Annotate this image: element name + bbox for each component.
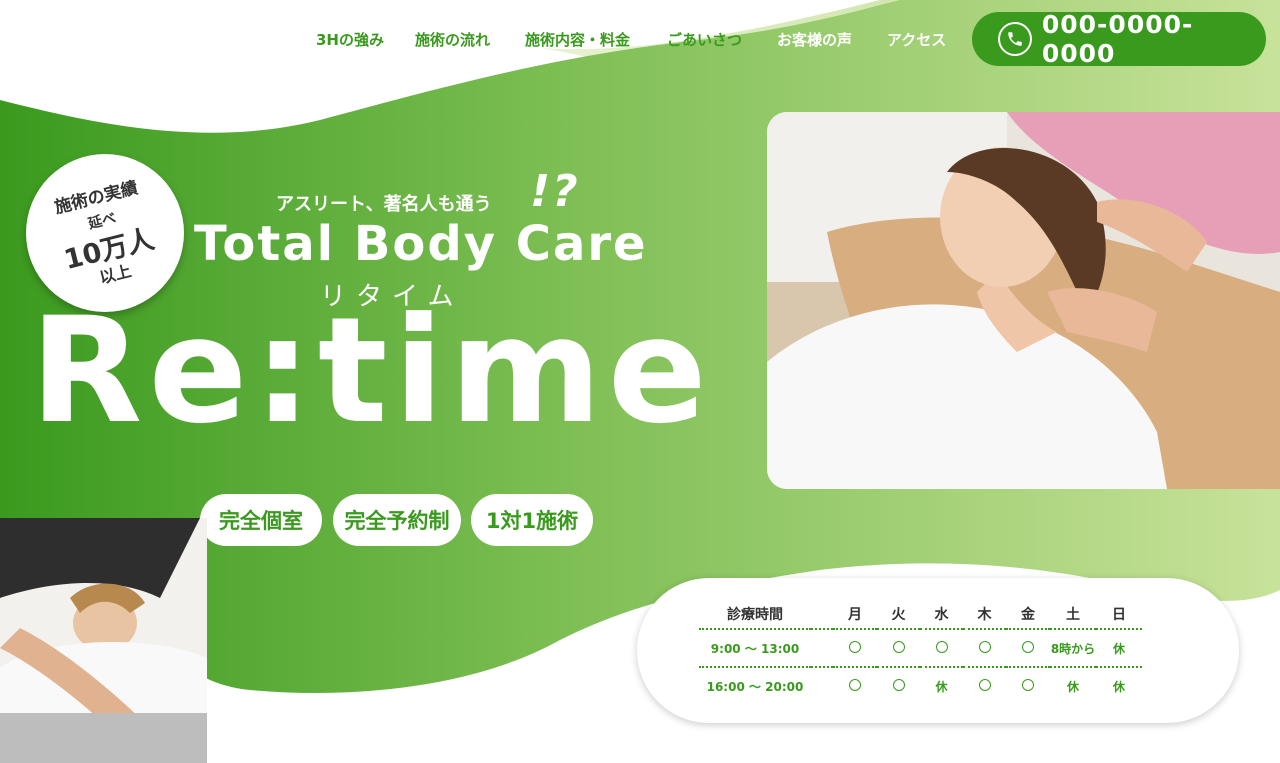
schedule-header-row: 診療時間 月 火 水 木 金 土 日 [699, 600, 1142, 629]
schedule-cell: 休 [1096, 628, 1142, 667]
feature-private-room: 完全個室 [200, 494, 322, 546]
feature-reservation: 完全予約制 [333, 494, 461, 546]
nav-item-access[interactable]: アクセス [887, 29, 946, 50]
schedule-header-thu: 木 [977, 607, 992, 623]
schedule-cell [920, 628, 963, 667]
schedule-cell: 休 [920, 666, 963, 704]
schedule-header-mon: 月 [848, 607, 862, 623]
schedule-cell [877, 628, 920, 667]
hero-subtitle: Total Body Care [194, 216, 648, 272]
open-circle-icon [849, 640, 861, 653]
schedule-time-evening: 16:00 〜 20:00 [699, 666, 811, 704]
hero-exclaim: !? [530, 166, 580, 217]
feature-one-on-one: 1対1施術 [471, 494, 593, 546]
open-circle-icon [892, 678, 905, 691]
schedule-cell [963, 628, 1006, 667]
schedule-header-tue: 火 [891, 607, 906, 623]
phone-icon [998, 22, 1032, 56]
nav-item-flow[interactable]: 施術の流れ [415, 29, 490, 50]
schedule-cell [833, 666, 877, 704]
schedule-header-fri: 金 [1021, 607, 1035, 623]
hero-photo-treatment [0, 518, 207, 763]
schedule-cell [1006, 666, 1050, 704]
open-circle-icon [849, 678, 861, 691]
schedule-header-sat: 土 [1066, 607, 1080, 623]
schedule-cell [1006, 628, 1050, 667]
open-circle-icon [978, 640, 991, 653]
schedule-cell [963, 666, 1006, 704]
nav-item-reviews[interactable]: お客様の声 [777, 29, 852, 50]
schedule-header-hours: 診療時間 [727, 607, 783, 623]
schedule-cell [833, 628, 877, 667]
schedule-row-evening: 16:00 〜 20:00 休 休 休 [699, 666, 1142, 704]
hero-photo-massage [767, 112, 1280, 489]
schedule-time-morning: 9:00 〜 13:00 [699, 628, 811, 667]
schedule-cell: 休 [1050, 666, 1096, 704]
open-circle-icon [935, 640, 948, 653]
open-circle-icon [892, 640, 905, 653]
open-circle-icon [978, 678, 991, 691]
open-circle-icon [1022, 640, 1034, 653]
nav-item-greeting[interactable]: ごあいさつ [667, 29, 742, 50]
phone-number: 000-0000-0000 [1041, 10, 1194, 68]
schedule-table: 診療時間 月 火 水 木 金 土 日 9:00 〜 13:00 8時から 休 1… [699, 600, 1142, 704]
hero-tagline: アスリート、著名人も通う [276, 194, 492, 215]
phone-button[interactable]: 000-0000-0000 [972, 10, 1266, 68]
nav-item-strengths[interactable]: 3Hの強み [316, 29, 384, 50]
hero-title: Re:time [30, 286, 713, 456]
schedule-row-morning: 9:00 〜 13:00 8時から 休 [699, 628, 1142, 667]
schedule-cell [877, 666, 920, 704]
schedule-cell: 8時から [1050, 628, 1096, 667]
nav-item-menu-price[interactable]: 施術内容・料金 [525, 29, 630, 50]
schedule-header-wed: 水 [934, 607, 949, 623]
schedule-card: 診療時間 月 火 水 木 金 土 日 9:00 〜 13:00 8時から 休 1… [637, 578, 1239, 723]
schedule-cell: 休 [1096, 666, 1142, 704]
open-circle-icon [1022, 678, 1034, 691]
schedule-header-sun: 日 [1112, 607, 1126, 623]
